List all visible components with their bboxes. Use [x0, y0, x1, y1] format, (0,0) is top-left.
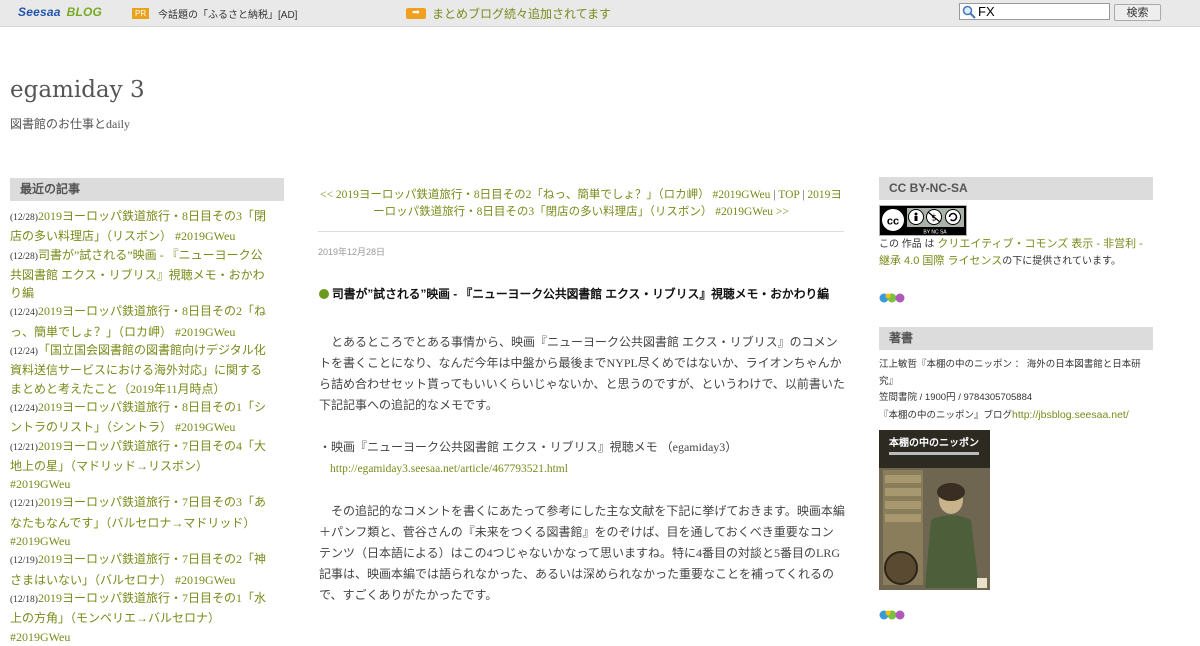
post-paragraph: ・映画『ニューヨーク公共図書館 エクス・リブリス』視聴メモ （egamiday3… [319, 440, 738, 454]
pr-ad-link[interactable]: 今話題の「ふるさと納税」[AD] [158, 6, 297, 21]
arrow-right-icon: ➡ [406, 8, 426, 19]
search-box[interactable] [959, 3, 1110, 20]
logo-main-text: Seesaa [18, 5, 61, 19]
divider [318, 231, 844, 232]
recent-post-link[interactable]: 司書が”試される”映画 - 『ニューヨーク公共図書館 エクス・リブリス』視聴メモ… [10, 248, 265, 301]
books-heading: 著書 [879, 327, 1153, 350]
book-info: 江上敏哲『本棚の中のニッポン ： 海外の日本図書館と日本研究』 笠間書院 / 1… [879, 357, 1149, 424]
recent-post-link[interactable]: 2019ヨーロッパ鉄道旅行・8日目その2「ねっ、簡単でしょ？」（ロカ岬） #20… [10, 304, 266, 338]
bullet-icon [319, 289, 329, 299]
license-heading: CC BY-NC-SA [879, 177, 1153, 200]
list-item: (12/18)2019ヨーロッパ鉄道旅行・7日目その1「水上の方角」（モンペリエ… [10, 589, 270, 646]
license-prefix: この 作品 は [879, 239, 938, 250]
recent-posts-heading: 最近の記事 [10, 178, 284, 201]
social-icons[interactable] [879, 609, 905, 621]
search-input[interactable] [978, 4, 1106, 19]
list-item: (12/28)2019ヨーロッパ鉄道旅行・8日目その3「閉店の多い料理店」（リス… [10, 207, 270, 246]
list-item: (12/24)2019ヨーロッパ鉄道旅行・8日目その2「ねっ、簡単でしょ？」（ロ… [10, 302, 270, 341]
logo-blog-text: BLOG [66, 5, 103, 19]
list-item: (12/21)2019ヨーロッパ鉄道旅行・7日目その3「あなたもなんです」（バル… [10, 493, 270, 550]
post-paragraph: とあるところでとある事情から、映画『ニューヨーク公共図書館 エクス・リブリス』の… [319, 335, 845, 412]
svg-text:cc: cc [887, 216, 899, 228]
notice-link[interactable]: まとめブログ続々追加されてます [432, 5, 611, 22]
post-date: (12/24) [10, 403, 38, 414]
recent-post-link[interactable]: 「国立国会図書館の図書館向けデジタル化資料送信サービスにおける海外対応」に関する… [10, 343, 266, 396]
license-text: この 作品 は クリエイティブ・コモンズ 表示 - 非営利 - 継承 4.0 国… [879, 236, 1149, 270]
top-link[interactable]: TOP [778, 189, 799, 201]
site-title[interactable]: egamiday 3 [10, 77, 145, 103]
license-suffix: の下に提供されています。 [1002, 256, 1121, 267]
social-icons[interactable] [879, 292, 905, 304]
list-item: (12/28)司書が”試される”映画 - 『ニューヨーク公共図書館 エクス・リブ… [10, 246, 270, 303]
post-date: (12/21) [10, 442, 38, 453]
book-cover-title: 本棚の中のニッポン [889, 436, 979, 449]
recent-post-link[interactable]: 2019ヨーロッパ鉄道旅行・8日目その1「シントラのリスト」（シントラ） #20… [10, 400, 266, 434]
post-date: (12/24) [10, 347, 38, 358]
previous-post-link[interactable]: << 2019ヨーロッパ鉄道旅行・8日目その2「ねっ、簡単でしょ？」（ロカ岬） … [320, 189, 770, 201]
recent-post-link[interactable]: 2019ヨーロッパ鉄道旅行・7日目その1「水上の方角」（モンペリエ→バルセロナ）… [10, 591, 266, 644]
nav-separator: | [802, 189, 805, 201]
post-date: (12/19) [10, 556, 38, 567]
search-button[interactable]: 検索 [1114, 4, 1161, 21]
post-date: (12/28) [10, 251, 38, 262]
post-date: (12/28) [10, 213, 38, 223]
recent-post-link[interactable]: 2019ヨーロッパ鉄道旅行・7日目その2「神さまはいない」（バルセロナ） #20… [10, 552, 266, 586]
post-title: 司書が”試される”映画 - 『ニューヨーク公共図書館 エクス・リブリス』視聴メモ… [332, 287, 830, 301]
post-date: (12/21) [10, 499, 38, 510]
book-publisher: 笠間書院 / 1900円 / 9784305705884 [879, 392, 1033, 403]
list-item: (12/19)2019ヨーロッパ鉄道旅行・7日目その2「神さまはいない」（バルセ… [10, 550, 270, 589]
book-blog-label: 『本棚の中のニッポン』ブログ [879, 409, 1013, 421]
list-item: (12/24)2019ヨーロッパ鉄道旅行・8日目その1「シントラのリスト」（シン… [10, 398, 270, 437]
site-description: 図書館のお仕事とdaily [10, 117, 130, 131]
post-paragraph: その追記的なコメントを書くにあたって参考にした主な文献を下記に挙げておきます。映… [319, 504, 845, 602]
post-date: (12/18) [10, 594, 38, 605]
article-link[interactable]: http://egamiday3.seesaa.net/article/4677… [319, 463, 568, 475]
nav-separator: | [773, 189, 776, 201]
svg-text:BY NC SA: BY NC SA [923, 230, 947, 236]
post-date: (12/24) [10, 308, 38, 319]
post-body: とあるところでとある事情から、映画『ニューヨーク公共図書館 エクス・リブリス』の… [319, 332, 845, 606]
seesaa-blog-logo[interactable]: Seesaa BLOG [18, 5, 102, 19]
pr-badge: PR [132, 8, 150, 19]
top-bar: Seesaa BLOG PR 今話題の「ふるさと納税」[AD] ➡ まとめブログ続… [0, 0, 1200, 27]
recent-post-link[interactable]: 2019ヨーロッパ鉄道旅行・7日目その3「あなたもなんです」（バルセロナ→マドリ… [10, 495, 266, 548]
recent-post-link[interactable]: 2019ヨーロッパ鉄道旅行・7日目その4「大地上の星」（マドリッド→リスボン） … [10, 439, 266, 492]
recent-post-link[interactable]: 2019ヨーロッパ鉄道旅行・8日目その3「閉店の多い料理店」（リスボン） #20… [10, 209, 266, 243]
post-navigation: << 2019ヨーロッパ鉄道旅行・8日目その2「ねっ、簡単でしょ？」（ロカ岬） … [318, 187, 844, 221]
post-date: 2019年12月28日 [318, 247, 386, 257]
book-title: 江上敏哲『本棚の中のニッポン ： 海外の日本図書館と日本研究』 [879, 359, 1141, 387]
book-cover-image[interactable]: 本棚の中のニッポン [879, 430, 990, 590]
cc-license-badge[interactable]: cc $ BY NC SA [879, 205, 967, 236]
post-heading: 司書が”試される”映画 - 『ニューヨーク公共図書館 エクス・リブリス』視聴メモ… [319, 283, 849, 302]
book-blog-link[interactable]: http://jbsblog.seesaa.net/ [1012, 409, 1129, 421]
search-icon [962, 5, 976, 19]
list-item: (12/24)「国立国会図書館の図書館向けデジタル化資料送信サービスにおける海外… [10, 341, 270, 398]
recent-posts-list: (12/28)2019ヨーロッパ鉄道旅行・8日目その3「閉店の多い料理店」（リス… [10, 207, 270, 646]
list-item: (12/21)2019ヨーロッパ鉄道旅行・7日目その4「大地上の星」（マドリッド… [10, 437, 270, 494]
